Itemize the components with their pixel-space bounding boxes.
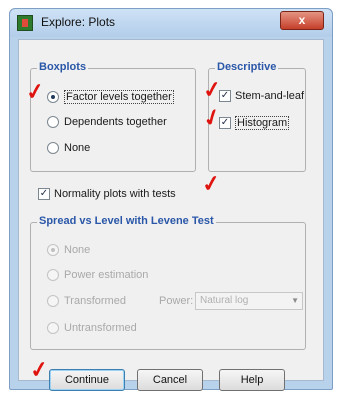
- descriptive-option-histogram[interactable]: ✓ Histogram: [219, 116, 290, 130]
- boxplots-option-label: Dependents together: [64, 116, 167, 128]
- annotation-check-mark: ✓: [24, 77, 47, 106]
- radio-icon[interactable]: [47, 116, 59, 128]
- descriptive-legend: Descriptive: [215, 61, 279, 73]
- spread-option-label: Untransformed: [64, 322, 137, 334]
- annotation-check-mark: ✓: [200, 169, 223, 198]
- spread-option-transformed[interactable]: Transformed: [47, 295, 126, 307]
- spread-option-label: Power estimation: [64, 269, 149, 281]
- boxplots-option-factor-levels[interactable]: Factor levels together: [47, 90, 174, 104]
- power-label-text: Power:: [159, 295, 194, 307]
- annotation-check-mark: ✓: [28, 355, 51, 384]
- radio-selected-icon[interactable]: [47, 91, 59, 103]
- power-label: Power:: [159, 295, 193, 307]
- app-icon: [17, 15, 33, 31]
- help-button[interactable]: Help: [219, 369, 285, 391]
- dialog-body: Boxplots Factor levels together Dependen…: [18, 39, 324, 391]
- spread-option-power-estimation[interactable]: Power estimation: [47, 269, 148, 281]
- boxplots-option-dependents[interactable]: Dependents together: [47, 116, 167, 128]
- checkbox-checked-icon[interactable]: ✓: [38, 188, 50, 200]
- boxplots-option-none[interactable]: None: [47, 142, 90, 154]
- window-title: Explore: Plots: [41, 15, 116, 29]
- spread-option-label: Transformed: [64, 295, 126, 307]
- descriptive-option-label: Histogram: [235, 116, 290, 130]
- boxplots-legend: Boxplots: [37, 61, 89, 73]
- normality-plots-checkbox[interactable]: ✓ Normality plots with tests: [38, 188, 176, 200]
- spread-option-none[interactable]: None: [47, 244, 90, 256]
- radio-icon[interactable]: [47, 269, 59, 281]
- normality-plots-label: Normality plots with tests: [54, 188, 176, 200]
- boxplots-option-label: Factor levels together: [64, 90, 174, 104]
- chevron-down-icon: ▼: [291, 296, 299, 305]
- spread-vs-level-legend: Spread vs Level with Levene Test: [37, 215, 216, 227]
- radio-icon[interactable]: [47, 142, 59, 154]
- spread-option-label: None: [64, 244, 91, 256]
- explore-plots-dialog: Explore: Plots x Boxplots Factor levels …: [9, 8, 333, 391]
- radio-selected-icon[interactable]: [47, 244, 59, 256]
- power-dropdown[interactable]: Natural log ▼: [195, 292, 303, 310]
- radio-icon[interactable]: [47, 322, 59, 334]
- radio-icon[interactable]: [47, 295, 59, 307]
- descriptive-option-stem-and-leaf[interactable]: ✓ Stem-and-leaf: [219, 90, 304, 102]
- spread-option-untransformed[interactable]: Untransformed: [47, 322, 137, 334]
- continue-button[interactable]: Continue: [49, 369, 125, 391]
- power-dropdown-value: Natural log: [200, 295, 249, 306]
- annotation-check-mark: ✓: [201, 75, 224, 104]
- close-button[interactable]: x: [280, 11, 324, 30]
- cancel-button[interactable]: Cancel: [137, 369, 203, 391]
- title-bar: Explore: Plots x: [10, 9, 332, 37]
- boxplots-option-label: None: [64, 142, 91, 154]
- descriptive-option-label: Stem-and-leaf: [235, 90, 305, 102]
